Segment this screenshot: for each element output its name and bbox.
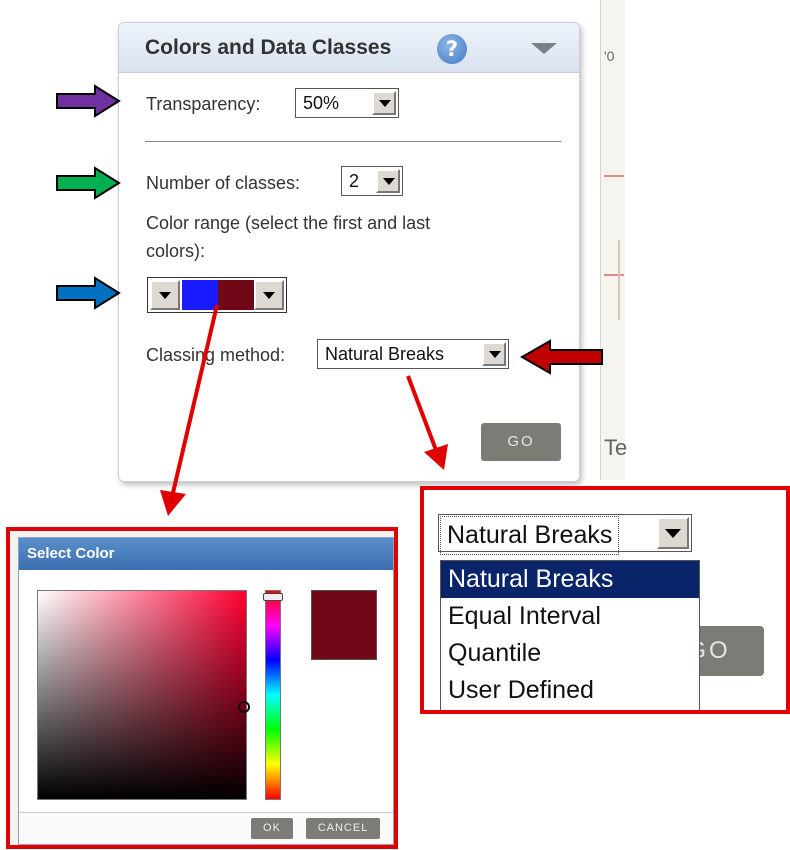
classing-dropdown-inset: GO Natural Breaks Natural Breaks Equal I… (420, 486, 790, 714)
classing-method-value: Natural Breaks (440, 516, 620, 555)
chevron-down-icon[interactable] (657, 517, 689, 549)
hue-slider-handle[interactable] (263, 593, 283, 601)
color-picker-inset: Select Color OK CANCEL (6, 527, 398, 849)
color-preview-swatch (311, 590, 377, 660)
option-quantile[interactable]: Quantile (441, 635, 699, 672)
dialog-title[interactable]: Select Color (19, 538, 393, 570)
option-user-defined[interactable]: User Defined (441, 672, 699, 709)
classing-options-list: Natural Breaks Equal Interval Quantile U… (440, 560, 700, 710)
ok-button[interactable]: OK (251, 818, 293, 839)
select-color-dialog: Select Color OK CANCEL (18, 537, 394, 845)
option-equal-interval[interactable]: Equal Interval (441, 598, 699, 635)
option-natural-breaks[interactable]: Natural Breaks (441, 561, 699, 598)
dialog-footer: OK CANCEL (19, 812, 393, 844)
color-cursor[interactable] (238, 701, 250, 713)
cancel-button[interactable]: CANCEL (306, 818, 380, 839)
saturation-value-field[interactable] (37, 590, 250, 800)
classing-method-select[interactable]: Natural Breaks (438, 514, 692, 555)
hue-slider[interactable] (263, 590, 283, 800)
